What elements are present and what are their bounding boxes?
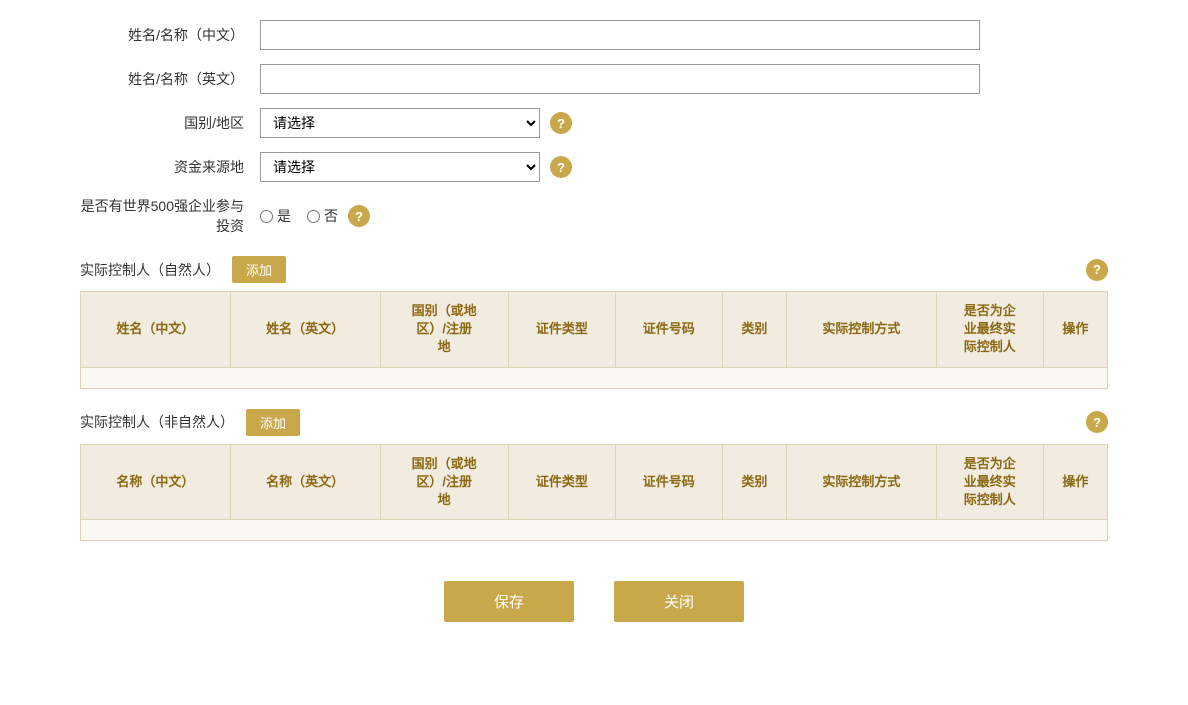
controller-natural-help-icon[interactable]: ? xyxy=(1086,259,1108,281)
th-natural-country: 国别（或地区）/注册地 xyxy=(380,292,508,368)
name-cn-label: 姓名/名称（中文） xyxy=(80,25,260,45)
bottom-buttons: 保存 关闭 xyxy=(80,581,1108,652)
radio-no-input[interactable] xyxy=(307,210,320,223)
fund-source-row: 资金来源地 请选择 ? xyxy=(80,152,1108,182)
fortune500-help-icon[interactable]: ? xyxy=(348,205,370,227)
th-natural-action: 操作 xyxy=(1043,292,1107,368)
th-natural-cert-no: 证件号码 xyxy=(615,292,722,368)
controller-non-natural-header-row: 名称（中文） 名称（英文） 国别（或地区）/注册地 证件类型 证件号码 类别 实… xyxy=(81,444,1108,520)
name-en-row: 姓名/名称（英文） xyxy=(80,64,1108,94)
country-label: 国别/地区 xyxy=(80,113,260,133)
th-non-natural-name-cn: 名称（中文） xyxy=(81,444,231,520)
th-non-natural-cert-type: 证件类型 xyxy=(508,444,615,520)
th-natural-control-method: 实际控制方式 xyxy=(786,292,936,368)
controller-non-natural-help-icon[interactable]: ? xyxy=(1086,411,1108,433)
th-natural-name-cn: 姓名（中文） xyxy=(81,292,231,368)
country-row: 国别/地区 请选择 ? xyxy=(80,108,1108,138)
th-natural-ultimate-controller: 是否为企业最终实际控制人 xyxy=(936,292,1043,368)
controller-non-natural-empty-row xyxy=(81,520,1108,541)
th-non-natural-control-method: 实际控制方式 xyxy=(786,444,936,520)
fund-source-help-icon[interactable]: ? xyxy=(550,156,572,178)
fund-source-select[interactable]: 请选择 xyxy=(260,152,540,182)
controller-non-natural-table: 名称（中文） 名称（英文） 国别（或地区）/注册地 证件类型 证件号码 类别 实… xyxy=(80,444,1108,542)
controller-non-natural-header: 实际控制人（非自然人） 添加 ? xyxy=(80,409,1108,436)
th-non-natural-cert-no: 证件号码 xyxy=(615,444,722,520)
name-en-label: 姓名/名称（英文） xyxy=(80,69,260,89)
th-natural-name-en: 姓名（英文） xyxy=(230,292,380,368)
add-non-natural-button[interactable]: 添加 xyxy=(246,409,300,436)
fortune500-row: 是否有世界500强企业参与投资 是 否 ? xyxy=(80,196,1108,236)
controller-natural-header: 实际控制人（自然人） 添加 ? xyxy=(80,256,1108,283)
country-help-icon[interactable]: ? xyxy=(550,112,572,134)
controller-non-natural-section: 实际控制人（非自然人） 添加 ? 名称（中文） 名称（英文） 国别（或地区）/注… xyxy=(80,409,1108,542)
th-non-natural-name-en: 名称（英文） xyxy=(230,444,380,520)
th-non-natural-action: 操作 xyxy=(1043,444,1107,520)
country-select[interactable]: 请选择 xyxy=(260,108,540,138)
controller-natural-section: 实际控制人（自然人） 添加 ? 姓名（中文） 姓名（英文） 国别（或地区）/注册… xyxy=(80,256,1108,389)
controller-natural-empty-row xyxy=(81,367,1108,388)
controller-natural-header-row: 姓名（中文） 姓名（英文） 国别（或地区）/注册地 证件类型 证件号码 类别 实… xyxy=(81,292,1108,368)
radio-yes-text: 是 xyxy=(277,206,291,226)
controller-natural-title: 实际控制人（自然人） xyxy=(80,260,220,280)
main-form: 姓名/名称（中文） 姓名/名称（英文） 国别/地区 请选择 ? 资金来源地 请选… xyxy=(80,20,1108,236)
controller-natural-table: 姓名（中文） 姓名（英文） 国别（或地区）/注册地 证件类型 证件号码 类别 实… xyxy=(80,291,1108,389)
name-cn-input[interactable] xyxy=(260,20,980,50)
th-non-natural-ultimate-controller: 是否为企业最终实际控制人 xyxy=(936,444,1043,520)
name-en-input[interactable] xyxy=(260,64,980,94)
th-natural-cert-type: 证件类型 xyxy=(508,292,615,368)
fund-source-label: 资金来源地 xyxy=(80,157,260,177)
fortune500-label: 是否有世界500强企业参与投资 xyxy=(80,196,260,236)
radio-no-label[interactable]: 否 xyxy=(307,206,338,226)
add-natural-button[interactable]: 添加 xyxy=(232,256,286,283)
th-non-natural-category: 类别 xyxy=(722,444,786,520)
fortune500-radio-group: 是 否 xyxy=(260,206,338,226)
radio-yes-input[interactable] xyxy=(260,210,273,223)
th-natural-category: 类别 xyxy=(722,292,786,368)
save-button[interactable]: 保存 xyxy=(444,581,574,622)
close-button[interactable]: 关闭 xyxy=(614,581,744,622)
name-cn-row: 姓名/名称（中文） xyxy=(80,20,1108,50)
th-non-natural-country: 国别（或地区）/注册地 xyxy=(380,444,508,520)
radio-no-text: 否 xyxy=(324,206,338,226)
radio-yes-label[interactable]: 是 xyxy=(260,206,291,226)
controller-non-natural-title: 实际控制人（非自然人） xyxy=(80,412,234,432)
